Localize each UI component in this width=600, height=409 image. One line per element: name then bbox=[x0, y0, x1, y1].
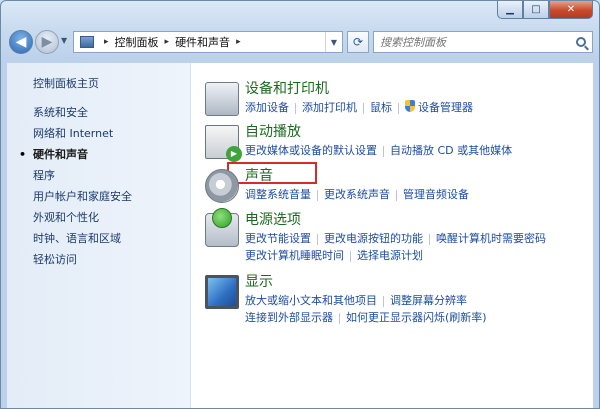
sidebar-item-system-security[interactable]: 系统和安全 bbox=[7, 102, 190, 123]
link-divider bbox=[317, 233, 318, 245]
link-adjust-volume[interactable]: 调整系统音量 bbox=[245, 188, 311, 201]
monitor-icon[interactable] bbox=[205, 275, 239, 309]
link-add-device[interactable]: 添加设备 bbox=[245, 101, 289, 114]
link-text-size[interactable]: 放大或缩小文本和其他项目 bbox=[245, 294, 377, 307]
category-title-power[interactable]: 电源选项 bbox=[245, 209, 301, 229]
link-divider bbox=[396, 189, 397, 201]
link-device-manager[interactable]: 设备管理器 bbox=[418, 101, 473, 114]
link-mouse[interactable]: 鼠标 bbox=[370, 101, 392, 114]
category-links-devices: 添加设备 添加打印机 鼠标 设备管理器 bbox=[245, 99, 473, 115]
category-links-display-row1: 放大或缩小文本和其他项目 调整屏幕分辨率 bbox=[245, 292, 467, 308]
link-divider bbox=[350, 250, 351, 262]
autoplay-icon[interactable] bbox=[205, 125, 242, 162]
close-button[interactable]: ✕ bbox=[549, 1, 593, 19]
sidebar-item-clock-region[interactable]: 时钟、语言和区域 bbox=[7, 228, 190, 249]
power-icon[interactable] bbox=[205, 208, 239, 247]
arrow-right-icon: ▶ bbox=[41, 34, 53, 50]
sidebar-item-user-accounts[interactable]: 用户帐户和家庭安全 bbox=[7, 186, 190, 207]
link-manage-audio[interactable]: 管理音频设备 bbox=[403, 188, 469, 201]
link-divider bbox=[383, 295, 384, 307]
link-power-saving[interactable]: 更改节能设置 bbox=[245, 232, 311, 245]
back-button[interactable]: ◀ bbox=[9, 30, 33, 54]
link-divider bbox=[429, 233, 430, 245]
category-title-sound[interactable]: 声音 bbox=[245, 165, 273, 185]
minimize-button[interactable]: ▁ bbox=[497, 1, 523, 19]
link-change-sounds[interactable]: 更改系统声音 bbox=[324, 188, 390, 201]
category-links-sound: 调整系统音量 更改系统声音 管理音频设备 bbox=[245, 186, 469, 202]
address-bar[interactable]: ▸ 控制面板 ▸ 硬件和声音 ▸ ▼ bbox=[73, 31, 343, 53]
category-links-display-row2: 连接到外部显示器 如何更正显示器闪烁(刷新率) bbox=[245, 309, 487, 325]
category-links-autoplay: 更改媒体或设备的默认设置 自动播放 CD 或其他媒体 bbox=[245, 142, 512, 158]
search-icon[interactable] bbox=[576, 37, 586, 47]
refresh-button[interactable]: ⟳ bbox=[347, 31, 369, 53]
sidebar-item-ease-of-access[interactable]: 轻松访问 bbox=[7, 249, 190, 270]
link-wake-password[interactable]: 唤醒计算机时需要密码 bbox=[436, 232, 546, 245]
category-links-power-row2: 更改计算机睡眠时间 选择电源计划 bbox=[245, 247, 423, 263]
content-area: 控制面板主页 系统和安全 网络和 Internet 硬件和声音 程序 用户帐户和… bbox=[7, 63, 593, 408]
link-screen-resolution[interactable]: 调整屏幕分辨率 bbox=[390, 294, 467, 307]
search-box[interactable] bbox=[373, 31, 593, 53]
chevron-right-icon[interactable]: ▸ bbox=[236, 37, 241, 47]
link-divider bbox=[398, 102, 399, 114]
maximize-button[interactable]: □ bbox=[523, 1, 549, 19]
control-panel-window: ▁ □ ✕ ◀ ▶ ▼ ▸ 控制面板 ▸ 硬件和声音 ▸ ▼ ⟳ 控制面板主页 … bbox=[0, 0, 600, 409]
speaker-icon[interactable] bbox=[205, 169, 239, 203]
breadcrumb-control-panel[interactable]: 控制面板 bbox=[115, 34, 159, 50]
link-divider bbox=[363, 102, 364, 114]
breadcrumb-hardware-sound[interactable]: 硬件和声音 bbox=[175, 34, 230, 50]
link-divider bbox=[295, 102, 296, 114]
category-links-power-row1: 更改节能设置 更改电源按钮的功能 唤醒计算机时需要密码 bbox=[245, 230, 546, 246]
chevron-right-icon[interactable]: ▸ bbox=[104, 37, 109, 47]
category-title-devices[interactable]: 设备和打印机 bbox=[245, 78, 329, 98]
chevron-right-icon[interactable]: ▸ bbox=[165, 37, 170, 47]
sidebar-item-programs[interactable]: 程序 bbox=[7, 165, 190, 186]
forward-button[interactable]: ▶ bbox=[35, 30, 59, 54]
link-sleep-time[interactable]: 更改计算机睡眠时间 bbox=[245, 249, 344, 262]
navigation-bar: ◀ ▶ ▼ ▸ 控制面板 ▸ 硬件和声音 ▸ ▼ ⟳ bbox=[7, 27, 593, 57]
control-panel-icon bbox=[80, 36, 94, 48]
printer-icon[interactable] bbox=[205, 82, 239, 116]
sidebar-home-link[interactable]: 控制面板主页 bbox=[7, 73, 190, 94]
link-change-media-defaults[interactable]: 更改媒体或设备的默认设置 bbox=[245, 144, 377, 157]
link-add-printer[interactable]: 添加打印机 bbox=[302, 101, 357, 114]
sidebar-item-hardware-sound[interactable]: 硬件和声音 bbox=[7, 144, 190, 165]
sidebar: 控制面板主页 系统和安全 网络和 Internet 硬件和声音 程序 用户帐户和… bbox=[7, 63, 191, 408]
shield-icon bbox=[405, 100, 415, 112]
sidebar-item-network[interactable]: 网络和 Internet bbox=[7, 123, 190, 144]
link-external-display[interactable]: 连接到外部显示器 bbox=[245, 311, 333, 324]
link-power-button[interactable]: 更改电源按钮的功能 bbox=[324, 232, 423, 245]
address-dropdown-icon[interactable]: ▼ bbox=[325, 32, 342, 52]
window-controls: ▁ □ ✕ bbox=[497, 1, 593, 21]
category-title-display[interactable]: 显示 bbox=[245, 271, 273, 291]
link-autoplay-cd[interactable]: 自动播放 CD 或其他媒体 bbox=[390, 144, 512, 157]
search-input[interactable] bbox=[374, 34, 562, 50]
refresh-icon: ⟳ bbox=[352, 35, 364, 49]
sidebar-item-appearance[interactable]: 外观和个性化 bbox=[7, 207, 190, 228]
link-divider bbox=[339, 312, 340, 324]
arrow-left-icon: ◀ bbox=[15, 34, 27, 50]
link-power-plan[interactable]: 选择电源计划 bbox=[357, 249, 423, 262]
link-divider bbox=[317, 189, 318, 201]
link-divider bbox=[383, 145, 384, 157]
main-panel: 设备和打印机 添加设备添加打印机鼠标 设备管理器 自动播放 更改媒体或设备的默认设… bbox=[191, 63, 593, 408]
recent-pages-dropdown[interactable]: ▼ bbox=[61, 36, 67, 45]
category-title-autoplay[interactable]: 自动播放 bbox=[245, 121, 301, 141]
link-refresh-rate[interactable]: 如何更正显示器闪烁(刷新率) bbox=[346, 311, 487, 324]
